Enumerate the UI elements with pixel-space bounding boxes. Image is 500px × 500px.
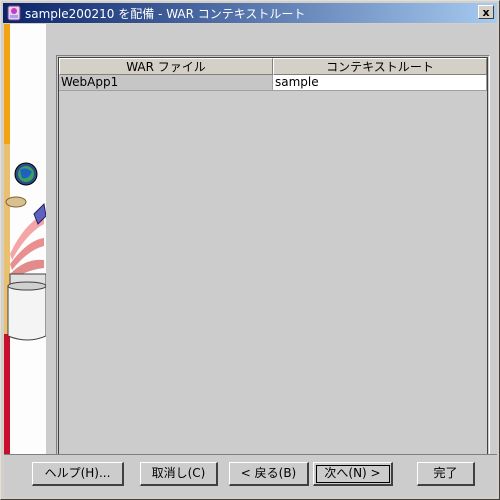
app-icon bbox=[6, 5, 22, 21]
wizard-side-graphic bbox=[4, 24, 46, 454]
close-icon: x bbox=[482, 5, 490, 19]
table-row[interactable]: WebApp1 sample bbox=[59, 75, 487, 91]
title-bar[interactable]: sample200210 を配備 - WAR コンテキストルート x bbox=[3, 3, 497, 23]
main-content-panel: WAR ファイル コンテキストルート WebApp1 sample bbox=[46, 24, 497, 471]
next-button[interactable]: 次へ(N) > bbox=[313, 462, 393, 486]
back-button[interactable]: < 戻る(B) bbox=[229, 462, 309, 486]
war-file-cell[interactable]: WebApp1 bbox=[59, 75, 273, 91]
context-root-table[interactable]: WAR ファイル コンテキストルート WebApp1 sample bbox=[58, 57, 488, 469]
help-button[interactable]: ヘルプ(H)... bbox=[32, 462, 124, 486]
table-header: WAR ファイル コンテキストルート bbox=[59, 58, 487, 75]
column-header-context-root[interactable]: コンテキストルート bbox=[273, 58, 487, 75]
column-header-war-file[interactable]: WAR ファイル bbox=[59, 58, 273, 75]
context-root-cell[interactable]: sample bbox=[273, 75, 487, 91]
context-root-table-frame: WAR ファイル コンテキストルート WebApp1 sample bbox=[56, 55, 490, 471]
dialog-window: sample200210 を配備 - WAR コンテキストルート x WAR フ… bbox=[0, 0, 500, 500]
close-button[interactable]: x bbox=[478, 5, 494, 19]
window-title: sample200210 を配備 - WAR コンテキストルート bbox=[25, 6, 306, 21]
finish-button[interactable]: 完了 bbox=[417, 462, 475, 486]
wizard-button-bar: ヘルプ(H)... 取消し(C) < 戻る(B) 次へ(N) > 完了 bbox=[4, 454, 497, 497]
cancel-button[interactable]: 取消し(C) bbox=[140, 462, 218, 486]
